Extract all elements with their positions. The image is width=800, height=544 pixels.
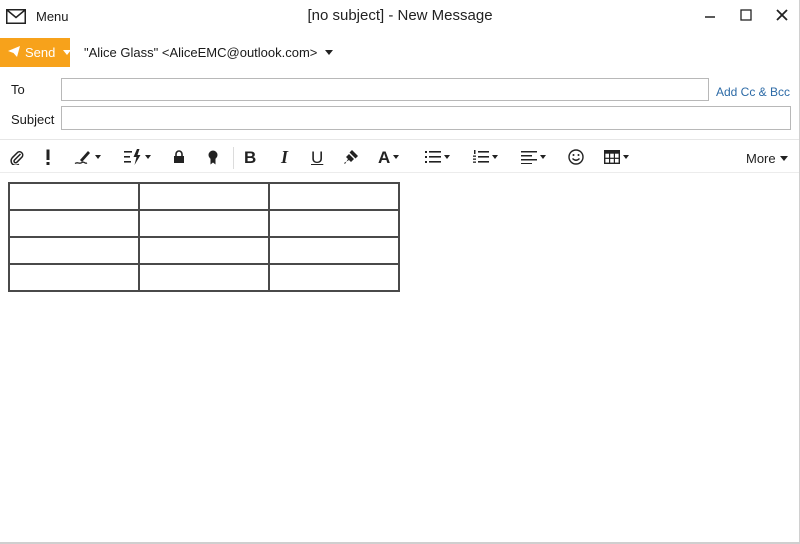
paintbrush-icon (343, 149, 359, 165)
table-row (8, 209, 400, 238)
font-color-button[interactable]: A (378, 146, 400, 168)
chevron-down-icon (95, 155, 101, 159)
bullets-button[interactable] (425, 146, 450, 168)
chevron-down-icon (325, 50, 334, 55)
window-controls (692, 0, 800, 30)
exclamation-icon (45, 149, 51, 165)
align-button[interactable] (521, 146, 546, 168)
toolbar-divider (233, 147, 234, 169)
pen-signature-icon (74, 149, 92, 165)
send-button[interactable]: Send (0, 38, 72, 67)
chevron-down-icon (492, 155, 498, 159)
underline-button[interactable]: U (311, 146, 323, 168)
send-label: Send (25, 45, 56, 60)
table-cell[interactable] (138, 263, 270, 292)
table-cell[interactable] (268, 263, 400, 292)
chevron-down-icon (540, 155, 546, 159)
add-cc-bcc-link[interactable]: Add Cc & Bcc (716, 85, 790, 99)
close-button[interactable] (764, 0, 800, 30)
table-cell[interactable] (268, 236, 400, 265)
to-label: To (11, 82, 25, 97)
bold-label: B (244, 147, 257, 167)
table-cell[interactable] (138, 182, 270, 211)
title-bar: Menu [no subject] - New Message (0, 0, 800, 34)
badge-ribbon-icon (207, 150, 219, 165)
table-row (8, 236, 400, 265)
from-selector[interactable]: "Alice Glass" <AliceEMC@outlook.com> (84, 45, 334, 60)
table-button[interactable] (604, 146, 629, 168)
table-row (8, 182, 400, 211)
more-button[interactable]: More (746, 151, 788, 166)
table-cell[interactable] (8, 236, 140, 265)
paper-plane-icon (8, 45, 20, 60)
close-icon (776, 9, 788, 21)
smiley-icon (568, 149, 584, 165)
table-cell[interactable] (268, 182, 400, 211)
underline-label: U (311, 147, 324, 167)
minimize-button[interactable] (692, 0, 728, 30)
subject-label: Subject (11, 112, 55, 127)
chevron-down-icon (623, 155, 629, 159)
from-address: "Alice Glass" <AliceEMC@outlook.com> (84, 45, 318, 60)
send-row: Send "Alice Glass" <AliceEMC@outlook.com… (0, 38, 800, 68)
table-cell[interactable] (138, 236, 270, 265)
message-body[interactable] (0, 174, 800, 542)
table-cell[interactable] (138, 209, 270, 238)
body-table-rows (8, 182, 400, 292)
chevron-down-icon (63, 50, 72, 55)
chevron-down-icon (393, 155, 400, 159)
minimize-icon (704, 9, 716, 21)
body-table[interactable] (8, 182, 400, 292)
formatting-toolbar: B I U A More (0, 139, 800, 173)
font-color-label: A (378, 147, 391, 167)
window-title: [no subject] - New Message (307, 7, 493, 24)
bold-button[interactable]: B (244, 146, 256, 168)
to-field[interactable] (61, 78, 709, 101)
table-grid-icon (604, 150, 620, 164)
numbered-list-icon (473, 150, 489, 164)
lightning-list-icon (124, 149, 142, 165)
subject-field[interactable] (61, 106, 791, 130)
paperclip-icon (10, 149, 24, 165)
maximize-button[interactable] (728, 0, 764, 30)
emoji-button[interactable] (568, 146, 584, 168)
attach-button[interactable] (10, 146, 24, 168)
align-left-icon (521, 150, 537, 164)
table-cell[interactable] (268, 209, 400, 238)
importance-button[interactable] (45, 146, 51, 168)
sensitivity-button[interactable] (207, 146, 219, 168)
numbering-button[interactable] (473, 146, 498, 168)
maximize-icon (740, 9, 752, 21)
signature-button[interactable] (74, 146, 101, 168)
chevron-down-icon (444, 155, 450, 159)
chevron-down-icon (779, 156, 788, 161)
more-label: More (746, 151, 776, 166)
chevron-down-icon (145, 155, 151, 159)
quick-parts-button[interactable] (124, 146, 151, 168)
encrypt-button[interactable] (173, 146, 185, 168)
table-cell[interactable] (8, 263, 140, 292)
italic-button[interactable]: I (281, 146, 288, 168)
bulleted-list-icon (425, 150, 441, 164)
table-cell[interactable] (8, 209, 140, 238)
format-painter-button[interactable] (343, 146, 359, 168)
italic-label: I (281, 147, 289, 167)
table-row (8, 263, 400, 292)
lock-icon (173, 150, 185, 164)
table-cell[interactable] (8, 182, 140, 211)
